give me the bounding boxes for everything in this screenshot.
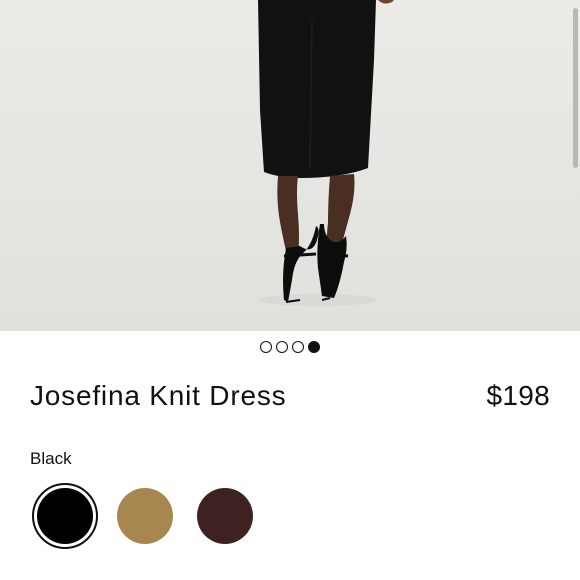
product-price: $198	[486, 380, 550, 411]
carousel-dot[interactable]	[292, 341, 304, 353]
carousel-dot[interactable]	[260, 341, 272, 353]
product-photo	[258, 0, 394, 306]
color-swatch-brown[interactable]	[192, 483, 258, 549]
product-image[interactable]	[0, 0, 580, 331]
color-swatch-group	[32, 483, 258, 549]
swatch-fill	[37, 488, 93, 544]
product-title: Josefina Knit Dress	[30, 380, 287, 411]
color-swatch-tan[interactable]	[112, 483, 178, 549]
carousel-dot[interactable]	[276, 341, 288, 353]
image-carousel-indicator	[0, 341, 580, 355]
selected-color-label: Black	[30, 449, 72, 468]
swatch-fill	[117, 488, 173, 544]
color-swatch-black[interactable]	[32, 483, 98, 549]
product-header: Josefina Knit Dress $198	[30, 380, 550, 412]
swatch-fill	[197, 488, 253, 544]
scrollbar-thumb[interactable]	[573, 8, 578, 168]
carousel-dot-active[interactable]	[308, 341, 320, 353]
